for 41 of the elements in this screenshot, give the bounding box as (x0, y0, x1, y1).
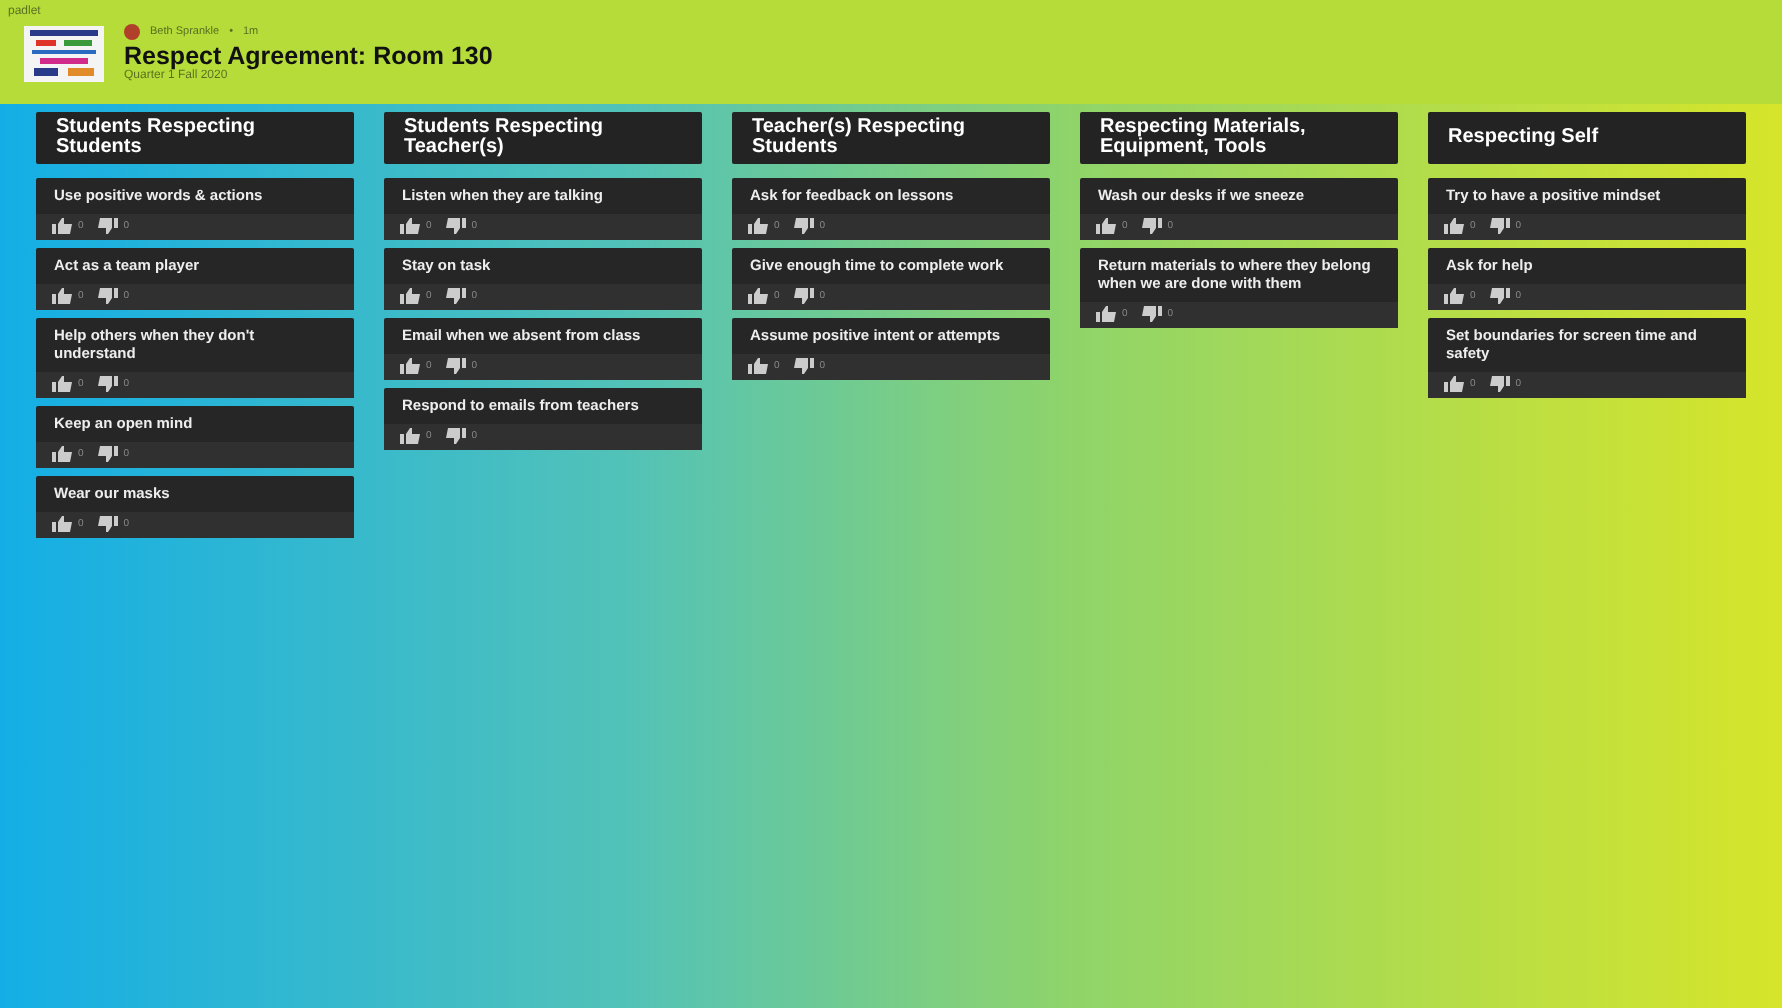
thumbs-down-icon[interactable] (1489, 288, 1510, 304)
thumbs-down-icon[interactable] (97, 288, 118, 304)
thumbs-up-icon[interactable] (52, 376, 72, 392)
thumbs-down-icon[interactable] (793, 288, 814, 304)
thumbs-up-icon[interactable] (52, 516, 72, 532)
thumbs-down-icon[interactable] (445, 428, 466, 444)
board-title: Respect Agreement: Room 130 (124, 42, 493, 70)
avatar-icon (124, 24, 140, 40)
thumbs-up-icon[interactable] (1096, 218, 1116, 234)
column-title: Respecting Materials, Equipment, Tools (1080, 112, 1398, 164)
thumbs-down-icon[interactable] (1489, 218, 1510, 234)
thumbs-down-icon[interactable] (445, 218, 466, 234)
thumbs-down-icon[interactable] (97, 446, 118, 462)
thumbs-up-icon[interactable] (400, 358, 420, 374)
thumbs-up-icon[interactable] (1096, 306, 1116, 322)
thumbs-down-icon[interactable] (793, 358, 814, 374)
thumbs-down-icon[interactable] (97, 516, 118, 532)
thumbs-down-icon[interactable] (445, 288, 466, 304)
thumbs-down-icon[interactable] (1141, 306, 1162, 322)
thumbs-up-icon[interactable] (1444, 218, 1464, 234)
thumbs-up-icon[interactable] (748, 358, 768, 374)
thumbs-down-icon[interactable] (445, 358, 466, 374)
thumbs-up-icon[interactable] (52, 218, 72, 234)
thumbs-up-icon[interactable] (748, 218, 768, 234)
thumbs-down-icon[interactable] (97, 376, 118, 392)
thumbs-up-icon[interactable] (400, 428, 420, 444)
thumbs-up-icon[interactable] (748, 288, 768, 304)
thumbs-down-icon[interactable] (1141, 218, 1162, 234)
thumbs-down-icon[interactable] (793, 218, 814, 234)
column-title: Respecting Self (1428, 112, 1746, 164)
thumbs-up-icon[interactable] (400, 288, 420, 304)
thumbs-down-icon[interactable] (1489, 376, 1510, 392)
thumbs-up-icon[interactable] (52, 446, 72, 462)
column-title: Students Respecting Students (36, 112, 354, 164)
column-title: Students Respecting Teacher(s) (384, 112, 702, 164)
thumbs-up-icon[interactable] (1444, 288, 1464, 304)
thumbs-down-icon[interactable] (97, 218, 118, 234)
thumbs-up-icon[interactable] (1444, 376, 1464, 392)
thumbs-up-icon[interactable] (400, 218, 420, 234)
column-title: Teacher(s) Respecting Students (732, 112, 1050, 164)
thumbs-up-icon[interactable] (52, 288, 72, 304)
